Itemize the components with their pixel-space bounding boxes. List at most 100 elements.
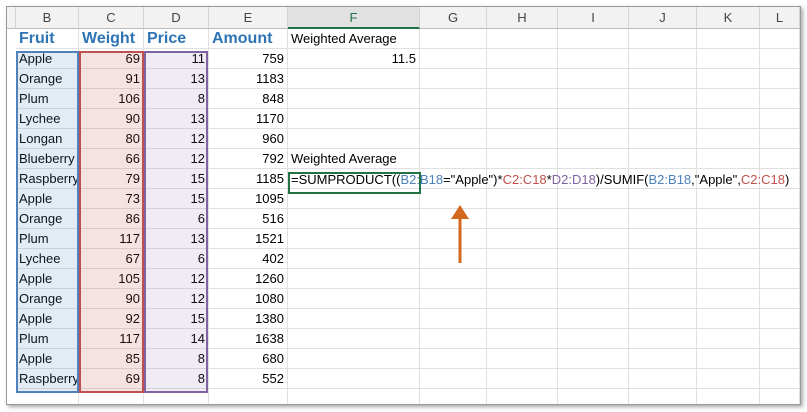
header-amount[interactable]: Amount bbox=[209, 29, 288, 49]
cell[interactable] bbox=[558, 309, 629, 329]
cell[interactable] bbox=[487, 189, 558, 209]
cell[interactable] bbox=[420, 69, 487, 89]
header-fruit[interactable]: Fruit bbox=[16, 29, 79, 49]
cell[interactable] bbox=[558, 149, 629, 169]
cell[interactable] bbox=[288, 249, 420, 269]
cell[interactable] bbox=[487, 369, 558, 389]
cell[interactable] bbox=[697, 49, 760, 69]
cell[interactable] bbox=[629, 69, 697, 89]
cell[interactable] bbox=[288, 329, 420, 349]
cell[interactable] bbox=[760, 349, 800, 369]
amount-cell[interactable]: 402 bbox=[209, 249, 288, 269]
cell[interactable] bbox=[629, 309, 697, 329]
cell[interactable] bbox=[760, 149, 800, 169]
cell[interactable] bbox=[629, 149, 697, 169]
cell[interactable] bbox=[487, 329, 558, 349]
weighted-average-label-2[interactable]: Weighted Average bbox=[288, 149, 420, 169]
cell[interactable] bbox=[697, 69, 760, 89]
cell[interactable] bbox=[629, 229, 697, 249]
cell[interactable] bbox=[629, 369, 697, 389]
column-header-g[interactable]: G bbox=[420, 7, 487, 29]
cell[interactable] bbox=[487, 209, 558, 229]
cell[interactable] bbox=[558, 229, 629, 249]
cell[interactable] bbox=[487, 69, 558, 89]
column-header-l[interactable]: L bbox=[760, 7, 800, 29]
amount-cell[interactable]: 792 bbox=[209, 149, 288, 169]
cell[interactable] bbox=[760, 129, 800, 149]
amount-cell[interactable]: 1170 bbox=[209, 109, 288, 129]
cell[interactable] bbox=[487, 49, 558, 69]
cell[interactable] bbox=[288, 349, 420, 369]
weighted-average-label[interactable]: Weighted Average bbox=[288, 29, 420, 49]
cell[interactable] bbox=[760, 109, 800, 129]
column-header-i[interactable]: I bbox=[558, 7, 629, 29]
cell[interactable] bbox=[420, 29, 487, 49]
cell[interactable] bbox=[487, 349, 558, 369]
cell[interactable] bbox=[629, 209, 697, 229]
cell[interactable] bbox=[558, 369, 629, 389]
cell[interactable] bbox=[288, 369, 420, 389]
cell[interactable] bbox=[558, 109, 629, 129]
cell[interactable] bbox=[697, 129, 760, 149]
cell[interactable] bbox=[558, 289, 629, 309]
cell[interactable] bbox=[629, 89, 697, 109]
cell[interactable] bbox=[629, 109, 697, 129]
cell[interactable] bbox=[760, 229, 800, 249]
cell[interactable] bbox=[760, 249, 800, 269]
amount-cell[interactable]: 680 bbox=[209, 349, 288, 369]
amount-cell[interactable]: 1183 bbox=[209, 69, 288, 89]
cell[interactable] bbox=[558, 349, 629, 369]
cell[interactable] bbox=[760, 269, 800, 289]
cell[interactable] bbox=[697, 349, 760, 369]
cell[interactable] bbox=[629, 329, 697, 349]
cell[interactable] bbox=[629, 189, 697, 209]
cell[interactable] bbox=[487, 269, 558, 289]
cell[interactable] bbox=[760, 89, 800, 109]
cell[interactable] bbox=[697, 389, 760, 404]
cell[interactable] bbox=[629, 49, 697, 69]
cell[interactable] bbox=[288, 289, 420, 309]
cell[interactable] bbox=[558, 269, 629, 289]
cell[interactable] bbox=[558, 69, 629, 89]
cell[interactable] bbox=[558, 249, 629, 269]
cell[interactable] bbox=[487, 389, 558, 404]
cell[interactable] bbox=[697, 229, 760, 249]
cell[interactable] bbox=[288, 129, 420, 149]
cell[interactable] bbox=[420, 369, 487, 389]
cell[interactable] bbox=[697, 209, 760, 229]
cell[interactable] bbox=[558, 189, 629, 209]
cell[interactable] bbox=[760, 289, 800, 309]
cell[interactable] bbox=[558, 129, 629, 149]
cell[interactable] bbox=[420, 269, 487, 289]
cell[interactable] bbox=[558, 89, 629, 109]
cell[interactable] bbox=[629, 129, 697, 149]
cell[interactable] bbox=[420, 149, 487, 169]
cell[interactable] bbox=[487, 89, 558, 109]
cell[interactable] bbox=[629, 349, 697, 369]
cell[interactable] bbox=[487, 129, 558, 149]
cell[interactable] bbox=[697, 329, 760, 349]
cell[interactable] bbox=[558, 29, 629, 49]
amount-cell[interactable]: 516 bbox=[209, 209, 288, 229]
cell[interactable] bbox=[697, 189, 760, 209]
cell[interactable] bbox=[288, 229, 420, 249]
cell[interactable] bbox=[209, 389, 288, 404]
cell[interactable] bbox=[760, 29, 800, 49]
cell[interactable] bbox=[420, 89, 487, 109]
cell[interactable] bbox=[487, 289, 558, 309]
header-price[interactable]: Price bbox=[144, 29, 209, 49]
cell[interactable] bbox=[420, 129, 487, 149]
column-header-h[interactable]: H bbox=[487, 7, 558, 29]
header-weight[interactable]: Weight bbox=[79, 29, 144, 49]
cell[interactable] bbox=[760, 49, 800, 69]
cell[interactable] bbox=[420, 109, 487, 129]
cell[interactable] bbox=[760, 69, 800, 89]
cell[interactable] bbox=[420, 329, 487, 349]
cell[interactable] bbox=[697, 89, 760, 109]
cell[interactable] bbox=[288, 109, 420, 129]
amount-cell[interactable]: 552 bbox=[209, 369, 288, 389]
amount-cell[interactable]: 960 bbox=[209, 129, 288, 149]
column-header-c[interactable]: C bbox=[79, 7, 144, 29]
column-header-k[interactable]: K bbox=[697, 7, 760, 29]
cell[interactable] bbox=[697, 369, 760, 389]
